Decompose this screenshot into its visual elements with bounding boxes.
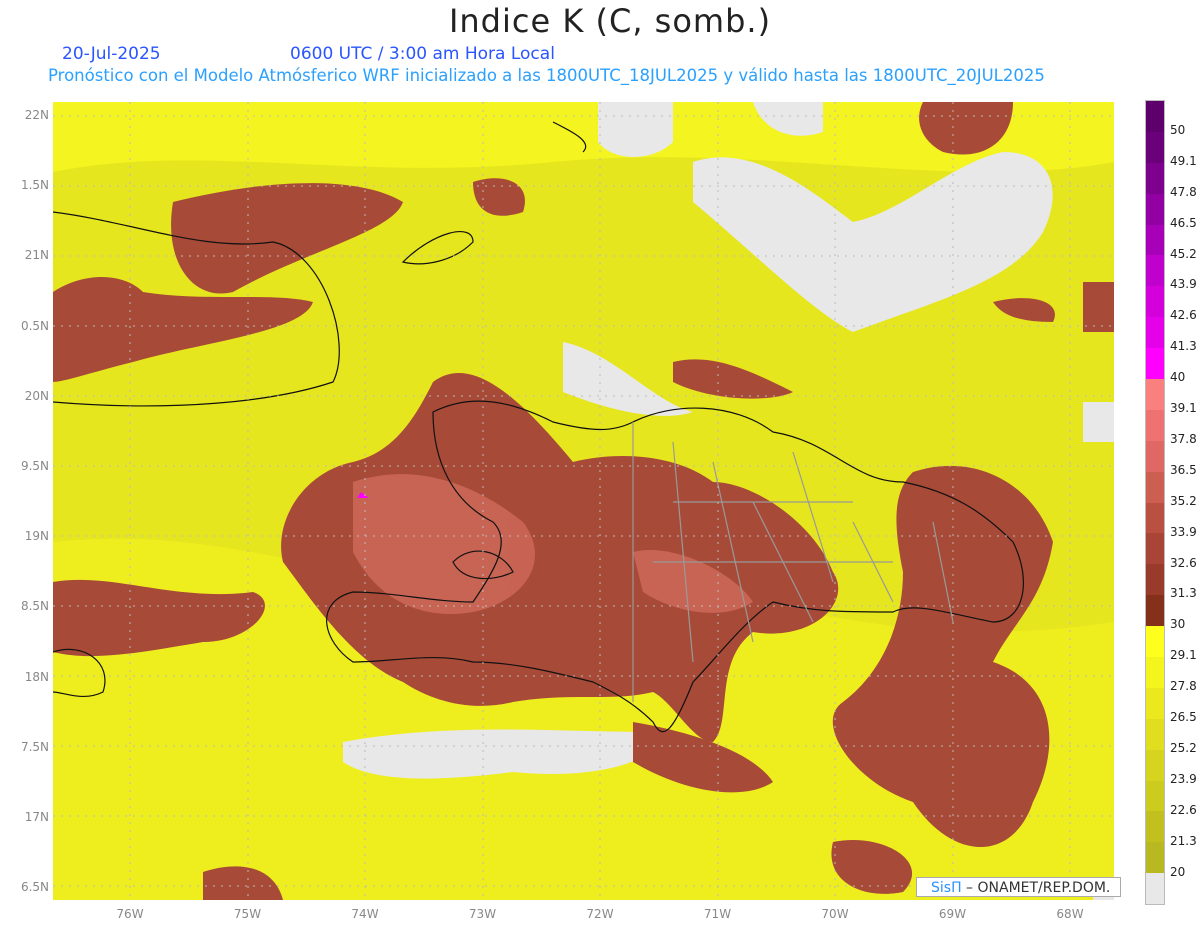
colorbar-label: 47.8: [1170, 184, 1197, 199]
forecast-subtitle: Pronóstico con el Modelo Atmósferico WRF…: [48, 66, 1045, 85]
colorbar-swatch: [1146, 440, 1164, 472]
colorbar-label: 43.9: [1170, 277, 1197, 292]
colorbar-label: 30: [1170, 617, 1186, 632]
lon-label: 68W: [1056, 907, 1084, 921]
credit-brand: SisΠ: [931, 880, 962, 896]
colorbar-swatch: [1146, 749, 1164, 781]
colorbar-label: 26.5: [1170, 710, 1197, 724]
colorbar-swatch: [1146, 564, 1164, 596]
lon-label: 69W: [938, 907, 967, 921]
colorbar-swatch: [1146, 193, 1164, 225]
colorbar-swatch: [1146, 842, 1164, 874]
colorbar-swatch: [1146, 409, 1164, 441]
colorbar-swatch: [1146, 224, 1164, 256]
lon-label: 71W: [703, 907, 732, 921]
lat-label: 20N: [24, 388, 49, 403]
lat-label: 8.5N: [20, 599, 49, 614]
lat-label: 0.5N: [20, 318, 49, 333]
colorbar-label: 29.1: [1170, 648, 1197, 663]
colorbar-swatch: [1146, 657, 1164, 688]
colorbar-label: 23.9: [1170, 771, 1197, 786]
colorbar-label: 31.3: [1170, 586, 1197, 601]
credit-text: – ONAMET/REP.DOM.: [961, 880, 1111, 896]
colorbar-swatch: [1146, 255, 1164, 287]
lon-label: 75W: [233, 907, 262, 921]
colorbar-swatch: [1146, 873, 1164, 905]
colorbar-swatch: [1146, 101, 1164, 132]
k-index-map: [53, 102, 1114, 900]
colorbar-label: 45.2: [1170, 246, 1197, 261]
colorbar-swatch: [1146, 131, 1164, 163]
colorbar-label: 20: [1170, 864, 1186, 879]
colorbar-swatch: [1146, 471, 1164, 503]
colorbar-swatch: [1146, 533, 1164, 565]
forecast-time: 0600 UTC / 3:00 am Hora Local: [290, 44, 555, 64]
colorbar-label: 40: [1170, 370, 1186, 385]
forecast-date: 20-Jul-2025: [62, 44, 161, 64]
lon-label: 76W: [116, 907, 144, 921]
lon-label: 74W: [351, 907, 379, 921]
lat-label: 21N: [24, 248, 49, 263]
lat-label: 7.5N: [20, 739, 49, 754]
colorbar-label: 27.8: [1170, 679, 1197, 694]
colorbar-swatch: [1146, 286, 1164, 318]
colorbar-label: 41.3: [1170, 339, 1197, 354]
colorbar-label: 42.6: [1170, 308, 1197, 323]
colorbar-swatch: [1146, 379, 1164, 410]
colorbar-swatch: [1146, 348, 1164, 380]
lat-label: 17N: [24, 810, 49, 824]
colorbar-label: 21.3: [1170, 833, 1197, 848]
lat-label: 9.5N: [20, 459, 49, 473]
lat-label: 19N: [24, 529, 49, 544]
colorbar-label: 46.5: [1170, 215, 1197, 230]
colorbar-label: 35.2: [1170, 493, 1197, 508]
colorbar-label: 22.6: [1170, 802, 1197, 817]
lat-label: 1.5N: [20, 178, 49, 193]
lat-label: 6.5N: [20, 880, 49, 895]
colorbar-label: 37.8: [1170, 431, 1197, 446]
colorbar-swatch: [1146, 162, 1164, 194]
colorbar-swatch: [1146, 502, 1164, 534]
lat-label: 22N: [24, 108, 49, 122]
lon-label: 73W: [468, 907, 497, 921]
lon-label: 72W: [586, 907, 614, 921]
colorbar-label: 49.1: [1170, 153, 1197, 168]
lat-label: 18N: [24, 669, 49, 684]
colorbar-swatch: [1146, 626, 1164, 658]
colorbar-label: 25.2: [1170, 740, 1197, 755]
credit-box: SisΠ – ONAMET/REP.DOM.: [916, 877, 1121, 897]
colorbar-swatch: [1146, 780, 1164, 812]
colorbar-swatch: [1146, 687, 1164, 719]
colorbar: [1145, 100, 1165, 906]
lon-label: 70W: [821, 907, 849, 921]
colorbar-label: 50: [1170, 122, 1186, 137]
colorbar-label: 32.6: [1170, 555, 1197, 570]
colorbar-swatch: [1146, 718, 1164, 750]
colorbar-label: 39.1: [1170, 401, 1197, 415]
colorbar-swatch: [1146, 811, 1164, 843]
colorbar-label: 36.5: [1170, 462, 1197, 477]
map-title: Indice K (C, somb.): [448, 2, 772, 40]
colorbar-label: 33.9: [1170, 524, 1197, 539]
colorbar-swatch: [1146, 317, 1164, 349]
colorbar-swatch: [1146, 595, 1164, 627]
